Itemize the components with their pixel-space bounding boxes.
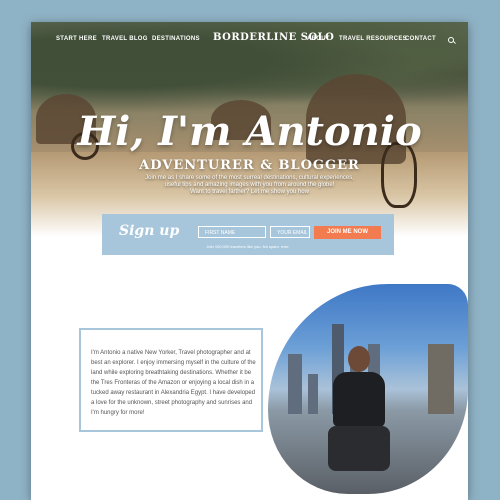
nav-travel-resources[interactable]: TRAVEL RESOURCES [339,36,407,42]
about-box: I'm Antonio a native New Yorker, Travel … [79,328,263,432]
nav-travel-blog[interactable]: TRAVEL BLOG [102,36,148,42]
signup-note: Join 100,000 travelers like you. No spam… [206,244,290,249]
join-button[interactable]: JOIN ME NOW [314,226,381,239]
signup-bar: Sign up FIRST NAME YOUR EMAIL JOIN ME NO… [102,214,394,255]
hero-intro: Join me as I share some of the most surr… [141,175,358,196]
first-name-field[interactable]: FIRST NAME [198,226,266,238]
hero-greeting: Hi, I'm Antonio [77,108,422,155]
signup-title: Sign up [119,223,180,239]
person-body [333,372,385,427]
building [288,354,302,414]
nav-destinations[interactable]: DESTINATIONS [152,36,200,42]
building [308,374,318,414]
intro-line-1: Join me as I share some of the most surr… [145,175,354,181]
hero-subtitle: ADVENTURER & BLOGGER [139,158,360,173]
person-legs [328,426,390,471]
intro-line-2: useful tips and amazing images with you … [164,182,335,188]
nav-contact[interactable]: CONTACT [405,36,436,42]
email-field[interactable]: YOUR EMAIL [270,226,310,238]
building [428,344,454,414]
about-photo [268,284,468,494]
person-head [348,346,370,372]
person-photo [328,346,390,486]
search-icon[interactable] [448,37,454,43]
hero-section: START HERE TRAVEL BLOG DESTINATIONS ABOU… [31,22,468,237]
intro-line-3: Want to travel farther? Let me show you … [190,189,309,195]
site-logo[interactable]: BORDERLINE SOLO [213,32,334,43]
webpage-frame: START HERE TRAVEL BLOG DESTINATIONS ABOU… [31,22,468,500]
nav-start-here[interactable]: START HERE [56,36,97,42]
about-text: I'm Antonio a native New Yorker, Travel … [91,350,256,416]
